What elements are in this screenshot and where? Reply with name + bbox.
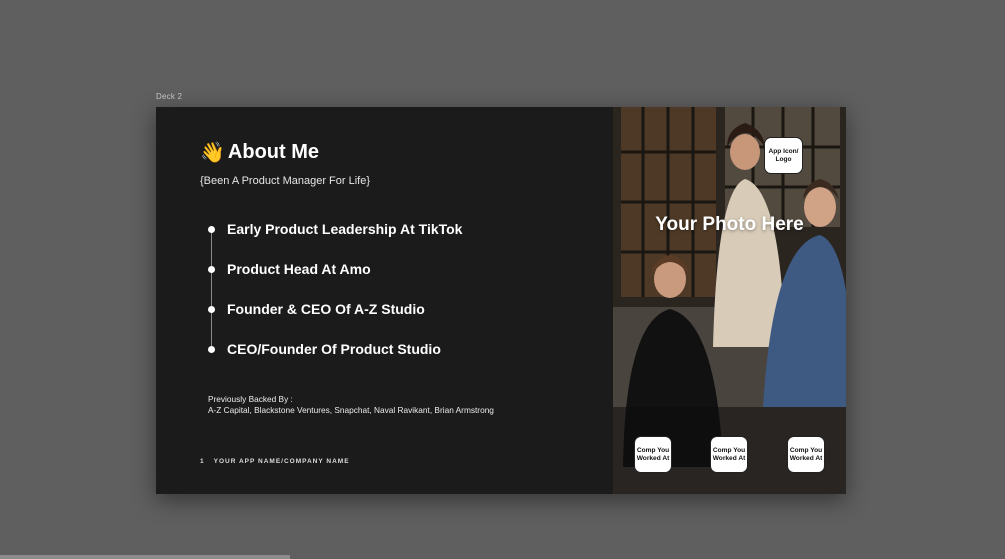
slide-title-text[interactable]: About Me bbox=[228, 141, 319, 164]
timeline-item-text[interactable]: Early Product Leadership At TikTok bbox=[227, 221, 462, 237]
app-logo-placeholder[interactable]: App Icon/ Logo bbox=[764, 137, 803, 174]
timeline-bullet bbox=[208, 225, 215, 233]
timeline-item-text[interactable]: CEO/Founder Of Product Studio bbox=[227, 341, 441, 357]
photo-placeholder[interactable]: Your Photo Here App Icon/ Logo Comp You … bbox=[613, 107, 846, 494]
timeline-bullet bbox=[208, 345, 215, 353]
company-logo-placeholder[interactable]: Comp You Worked At bbox=[787, 436, 825, 473]
slide-footer[interactable]: 1 YOUR APP NAME/COMPANY NAME bbox=[200, 458, 350, 465]
company-name: YOUR APP NAME/COMPANY NAME bbox=[213, 458, 350, 465]
timeline-item-text[interactable]: Founder & CEO Of A-Z Studio bbox=[227, 301, 425, 317]
horizontal-scrollbar[interactable] bbox=[0, 555, 290, 559]
backers-list: A-Z Capital, Blackstone Ventures, Snapch… bbox=[208, 404, 494, 415]
frame-label[interactable]: Deck 2 bbox=[156, 92, 182, 101]
timeline-item[interactable]: Product Head At Amo bbox=[206, 259, 371, 279]
canvas: Deck 2 👋 About Me {Been A Product Manage… bbox=[0, 0, 1005, 559]
backers-heading: Previously Backed By : bbox=[208, 394, 293, 404]
waving-hand-icon: 👋 bbox=[200, 141, 225, 164]
timeline-bullet bbox=[208, 265, 215, 273]
timeline-item[interactable]: Founder & CEO Of A-Z Studio bbox=[206, 299, 425, 319]
timeline-connector bbox=[211, 229, 212, 349]
timeline-item-text[interactable]: Product Head At Amo bbox=[227, 261, 371, 277]
slide-subtitle[interactable]: {Been A Product Manager For Life} bbox=[200, 175, 370, 187]
photo-caption[interactable]: Your Photo Here bbox=[613, 214, 846, 236]
company-logo-placeholder[interactable]: Comp You Worked At bbox=[634, 436, 672, 473]
company-logo-placeholder[interactable]: Comp You Worked At bbox=[710, 436, 748, 473]
slide-title[interactable]: 👋 About Me bbox=[200, 141, 319, 164]
slide-text-panel: 👋 About Me {Been A Product Manager For L… bbox=[156, 107, 613, 494]
timeline-item[interactable]: CEO/Founder Of Product Studio bbox=[206, 339, 441, 359]
backers-block[interactable]: Previously Backed By : A-Z Capital, Blac… bbox=[208, 394, 494, 415]
timeline-item[interactable]: Early Product Leadership At TikTok bbox=[206, 219, 462, 239]
timeline-bullet bbox=[208, 305, 215, 313]
page-number: 1 bbox=[200, 458, 205, 465]
slide[interactable]: 👋 About Me {Been A Product Manager For L… bbox=[156, 107, 846, 494]
